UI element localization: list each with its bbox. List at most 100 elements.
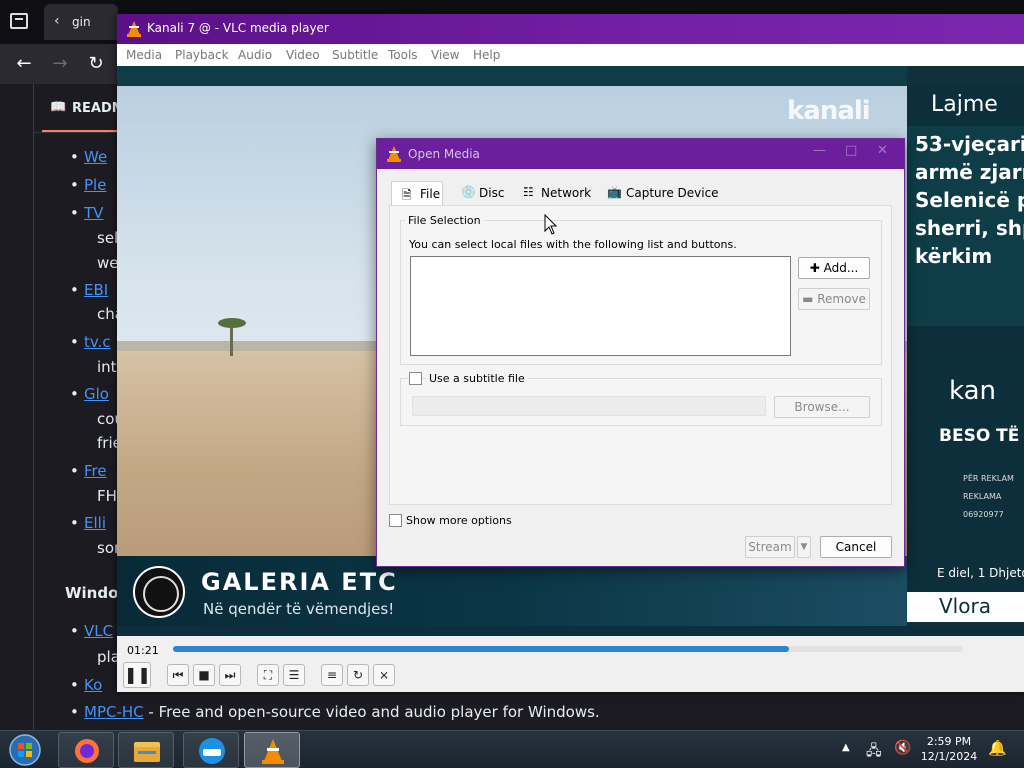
- browser-tab[interactable]: ‹ gin: [44, 4, 118, 40]
- tab-capture-device[interactable]: 📺 Capture Device: [597, 181, 719, 205]
- use-subtitle-checkbox[interactable]: [409, 372, 422, 385]
- ad-line: 06920977: [963, 510, 1004, 519]
- menu-help[interactable]: Help: [473, 48, 500, 62]
- stop-icon: ■: [198, 668, 210, 682]
- vlc-cone-icon: [127, 21, 141, 37]
- news-line: sherri, shpa: [915, 216, 1024, 240]
- taskbar-firefox[interactable]: [58, 732, 114, 768]
- vlc-cone-icon: [262, 739, 284, 764]
- volume-muted-icon[interactable]: 🔇: [894, 740, 911, 756]
- docker-icon: [199, 738, 225, 764]
- list-item: • Ple: [70, 176, 107, 194]
- browser-tab-label: gin: [72, 15, 91, 29]
- subtitle-path-input[interactable]: [412, 396, 766, 416]
- tab-file[interactable]: 🗎 File: [391, 181, 443, 205]
- vlc-title-bar[interactable]: Kanali 7 @ - VLC media player: [117, 14, 1024, 44]
- next-button[interactable]: ⏭: [219, 664, 241, 686]
- ad-line: REKLAMA: [963, 492, 1002, 501]
- stream-button[interactable]: Stream: [745, 536, 795, 558]
- shuffle-button[interactable]: ⨯: [373, 664, 395, 686]
- list-link[interactable]: MPC-HC: [84, 703, 144, 721]
- taskbar-file-explorer[interactable]: [118, 732, 174, 768]
- list-link[interactable]: Fre: [84, 462, 107, 480]
- maximize-icon[interactable]: □: [845, 143, 857, 158]
- list-link[interactable]: Glo: [84, 385, 109, 403]
- list-link[interactable]: EBI: [84, 281, 108, 299]
- menu-tools[interactable]: Tools: [388, 48, 418, 62]
- tab-disc[interactable]: 💿 Disc: [451, 181, 511, 205]
- list-item: • Glo: [70, 385, 109, 403]
- stream-dropdown-button[interactable]: ▼: [797, 536, 811, 558]
- file-list[interactable]: [410, 256, 791, 356]
- banner-title: GALERIA ETC: [201, 568, 398, 596]
- list-link[interactable]: Ple: [84, 176, 106, 194]
- capture-device-icon: 📺: [607, 185, 622, 199]
- start-button[interactable]: [6, 733, 44, 767]
- minimize-icon[interactable]: —: [813, 143, 826, 158]
- pause-button[interactable]: ❚❚: [123, 662, 151, 688]
- reload-icon[interactable]: ↻: [84, 52, 108, 76]
- show-more-options-checkbox[interactable]: [389, 514, 402, 527]
- list-item: • TV: [70, 204, 104, 222]
- cancel-button[interactable]: Cancel: [820, 536, 892, 558]
- menu-view[interactable]: View: [431, 48, 459, 62]
- use-subtitle-label: Use a subtitle file: [426, 372, 528, 385]
- list-link[interactable]: Elli: [84, 514, 106, 532]
- add-file-button[interactable]: ✚ Add...: [798, 257, 870, 279]
- channel-ad: kan BESO TË PËR REKLAM REKLAMA 06920977: [907, 326, 1024, 556]
- menu-subtitle[interactable]: Subtitle: [332, 48, 378, 62]
- file-selection-hint: You can select local files with the foll…: [409, 238, 737, 251]
- previous-button[interactable]: ⏮: [167, 664, 189, 686]
- channel-logo: kanali: [787, 96, 871, 126]
- list-link[interactable]: TV: [84, 204, 103, 222]
- list-link[interactable]: VLC: [84, 622, 113, 640]
- news-line: 53-vjeçari: [915, 132, 1024, 156]
- show-more-options-label: Show more options: [406, 514, 512, 527]
- news-line: Selenicë pa: [915, 188, 1024, 212]
- remove-label: Remove: [817, 292, 866, 306]
- forward-arrow-icon[interactable]: →: [48, 52, 72, 76]
- fullscreen-button[interactable]: ⛶: [257, 664, 279, 686]
- seek-bar[interactable]: [173, 646, 963, 652]
- list-text: - Free and open-source video and audio p…: [143, 703, 600, 721]
- taskbar-docker[interactable]: [183, 732, 239, 768]
- tab-network[interactable]: ☷ Network: [513, 181, 595, 205]
- list-link[interactable]: tv.c: [84, 333, 111, 351]
- notification-bell-icon[interactable]: 🔔: [988, 739, 1007, 757]
- close-icon[interactable]: ✕: [877, 143, 888, 158]
- news-line: armë zjarri: [915, 160, 1024, 184]
- mouse-cursor-icon: [544, 214, 558, 235]
- menu-media[interactable]: Media: [126, 48, 162, 62]
- tab-list-icon[interactable]: [10, 13, 28, 29]
- show-hidden-icons-icon[interactable]: ▲: [842, 742, 850, 753]
- menu-audio[interactable]: Audio: [238, 48, 272, 62]
- list-link[interactable]: Ko: [84, 676, 102, 694]
- playlist-button[interactable]: ≡: [321, 664, 343, 686]
- file-icon: 🗎: [402, 188, 412, 202]
- loop-button[interactable]: ↻: [347, 664, 369, 686]
- equalizer-icon: ☰: [288, 668, 300, 682]
- browse-button[interactable]: Browse...: [774, 396, 870, 418]
- list-item: • Fre: [70, 462, 107, 480]
- open-media-dialog: Open Media — □ ✕ 🗎 File 💿 Disc ☷ Network…: [376, 138, 905, 567]
- banner-subtitle: Në qendër të vëmendjes!: [203, 600, 395, 618]
- menu-video[interactable]: Video: [286, 48, 320, 62]
- menu-playback[interactable]: Playback: [175, 48, 229, 62]
- news-line: kërkim: [915, 244, 993, 268]
- back-arrow-icon[interactable]: ←: [12, 52, 36, 76]
- list-link[interactable]: We: [84, 148, 107, 166]
- taskbar-clock[interactable]: 2:59 PM 12/1/2024: [914, 734, 984, 764]
- taskbar-vlc[interactable]: [244, 732, 300, 768]
- list-item: • We: [70, 148, 108, 166]
- firefox-icon: [75, 739, 99, 763]
- extended-settings-button[interactable]: ☰: [283, 664, 305, 686]
- seek-bar-fill: [173, 646, 790, 652]
- network-icon[interactable]: 🖧: [866, 740, 882, 764]
- taskbar: ▲ 🖧 🔇 2:59 PM 12/1/2024 🔔: [0, 730, 1024, 768]
- stop-button[interactable]: ■: [193, 664, 215, 686]
- vlc-menu-bar: Media Playback Audio Video Subtitle Tool…: [117, 44, 1024, 66]
- list-item: • EBI: [70, 281, 109, 299]
- broadcast-date: E diel, 1 Dhjetor: [907, 556, 1024, 592]
- dialog-title-bar[interactable]: Open Media — □ ✕: [377, 139, 904, 169]
- remove-file-button[interactable]: ▬ Remove: [798, 288, 870, 310]
